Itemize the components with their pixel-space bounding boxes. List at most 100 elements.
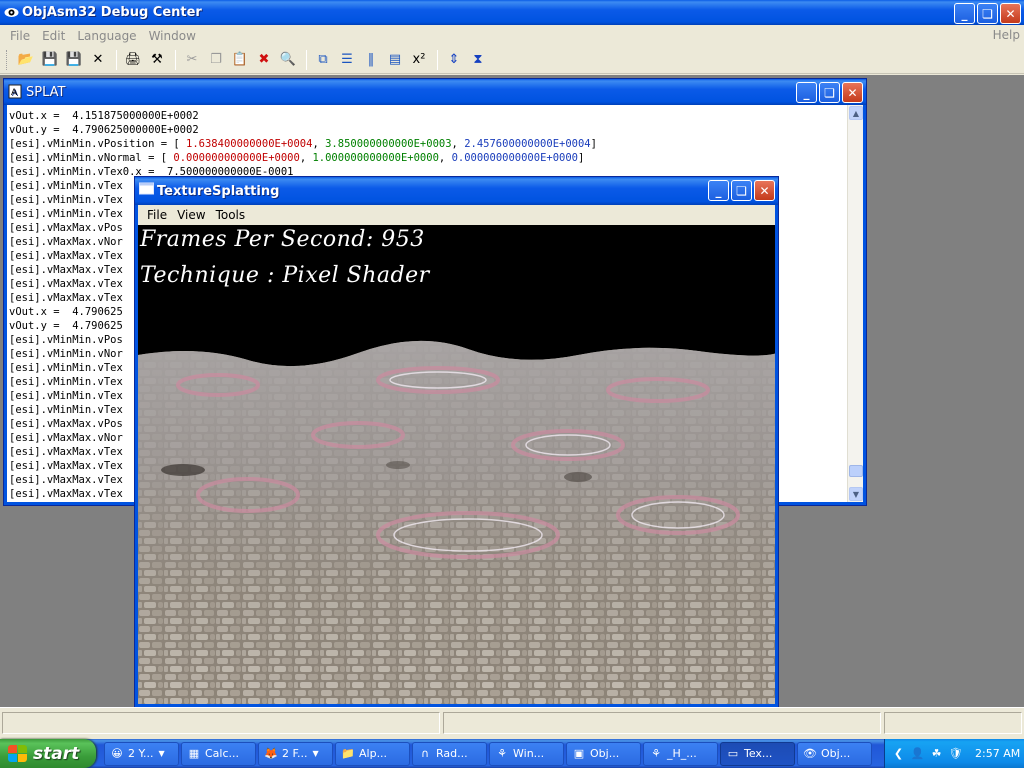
- paste-icon[interactable]: 📋: [229, 49, 251, 71]
- copy-icon[interactable]: ❐: [205, 49, 227, 71]
- task-app-icon: 👁: [803, 747, 817, 760]
- splat-title-bar[interactable]: A SPLAT _ ❏ ✕: [4, 79, 866, 105]
- messenger-icon[interactable]: 👤: [910, 746, 925, 761]
- clock[interactable]: 2:57 AM: [975, 747, 1020, 760]
- task-app-icon: ⚘: [651, 747, 661, 760]
- scroll-thumb[interactable]: [849, 465, 863, 477]
- scroll-up-arrow-icon[interactable]: ▲: [849, 106, 863, 120]
- menu-edit[interactable]: Edit: [36, 29, 71, 43]
- network-icon[interactable]: ☘: [929, 746, 944, 761]
- close-all-icon[interactable]: x²: [408, 49, 430, 71]
- start-label: start: [33, 743, 80, 764]
- start-button[interactable]: start: [0, 739, 96, 768]
- texture-menu-tools[interactable]: Tools: [211, 208, 251, 222]
- cascade-icon[interactable]: ⧉: [312, 49, 334, 71]
- menu-help[interactable]: Help: [993, 28, 1020, 42]
- debug-text: [esi].vMaxMax.vTex: [9, 460, 123, 472]
- task-button[interactable]: ▭ Tex...: [720, 741, 795, 766]
- task-label: Tex...: [744, 747, 773, 760]
- close-x-icon[interactable]: ✕: [87, 49, 109, 71]
- open-icon[interactable]: 📂: [15, 49, 37, 71]
- group-dropdown-icon: ▼: [312, 749, 319, 758]
- debug-text: [esi].vMaxMax.vTex: [9, 488, 123, 500]
- security-shield-icon[interactable]: 🛡: [948, 746, 963, 761]
- fps-readout: Frames Per Second: 953: [140, 227, 425, 252]
- task-button[interactable]: ⚘ _H_...: [643, 741, 718, 766]
- debug-text: [esi].vMaxMax.vTex: [9, 278, 123, 290]
- scroll-down-arrow-icon[interactable]: ▼: [849, 487, 863, 501]
- tray-icons: ❮ 👤 ☘ 🛡: [891, 746, 963, 761]
- task-label: _H_...: [667, 747, 697, 760]
- minimize-button[interactable]: _: [954, 3, 975, 24]
- toolbar-grip[interactable]: [6, 49, 9, 70]
- task-button[interactable]: 📁 Alp...: [335, 741, 410, 766]
- save-icon[interactable]: 💾: [39, 49, 61, 71]
- splat-title-text: SPLAT: [26, 84, 66, 100]
- texture-minimize-button[interactable]: _: [708, 180, 729, 201]
- texture-menu-view[interactable]: View: [172, 208, 210, 222]
- task-button[interactable]: ▣ Obj...: [566, 741, 641, 766]
- debug-line: vOut.y = 4.790625000000E+0002: [9, 123, 597, 137]
- vertical-scrollbar[interactable]: ▲ ▼: [847, 105, 863, 502]
- toolbar-separator: [175, 49, 176, 70]
- arrange-icon[interactable]: ▤: [384, 49, 406, 71]
- task-button[interactable]: 👁 Obj...: [797, 741, 872, 766]
- task-app-icon: ▦: [188, 747, 200, 760]
- delete-icon[interactable]: ✖: [253, 49, 275, 71]
- save-all-icon[interactable]: 💾: [63, 49, 85, 71]
- main-title-bar[interactable]: ObjAsm32 Debug Center _ ❏ ✕: [0, 0, 1024, 25]
- settings-icon[interactable]: ⚒: [146, 49, 168, 71]
- menu-file[interactable]: File: [4, 29, 36, 43]
- task-app-icon: 😀: [111, 747, 123, 760]
- task-button[interactable]: ▦ Calc...: [181, 741, 256, 766]
- debug-text: ,: [438, 152, 452, 164]
- group-dropdown-icon: ▼: [158, 749, 165, 758]
- debug-value: 1.000000000000E+0000: [312, 152, 439, 164]
- debug-value: 0.000000000000E+0000: [451, 152, 578, 164]
- status-bar: [0, 707, 1024, 739]
- texture-close-button[interactable]: ✕: [754, 180, 775, 201]
- splat-minimize-button[interactable]: _: [796, 82, 817, 103]
- task-button[interactable]: ⚘ Win...: [489, 741, 564, 766]
- texture-window-controls: _ ❏ ✕: [708, 180, 775, 201]
- texture-menu-file[interactable]: File: [142, 208, 172, 222]
- status-pane-1: [2, 712, 440, 734]
- task-button[interactable]: 😀 2 Y... ▼: [104, 741, 179, 766]
- find-icon[interactable]: 🔍: [277, 49, 299, 71]
- texture-maximize-button[interactable]: ❏: [731, 180, 752, 201]
- splat-maximize-button[interactable]: ❏: [819, 82, 840, 103]
- close-button[interactable]: ✕: [1000, 3, 1021, 24]
- tile-vertical-icon[interactable]: ‖: [360, 49, 382, 71]
- render-viewport[interactable]: Frames Per Second: 953 Technique : Pixel…: [138, 225, 775, 704]
- tile-horizontal-icon[interactable]: ☰: [336, 49, 358, 71]
- task-label: Obj...: [590, 747, 620, 760]
- mdi-workspace: A SPLAT _ ❏ ✕ vOut.x = 4.151875000000E+0…: [0, 75, 1024, 708]
- status-pane-2: [443, 712, 881, 734]
- texture-title-bar[interactable]: TextureSplatting _ ❏ ✕: [135, 177, 778, 205]
- restore-button[interactable]: ❏: [977, 3, 998, 24]
- debug-text: [esi].vMinMin.vTex: [9, 362, 123, 374]
- debug-text: [esi].vMinMin.vPos: [9, 334, 123, 346]
- debug-value: 3.850000000000E+0003: [325, 138, 452, 150]
- task-label: Obj...: [821, 747, 851, 760]
- scroll-updown-icon[interactable]: ⇕: [443, 49, 465, 71]
- debug-line: vOut.x = 4.151875000000E+0002: [9, 109, 597, 123]
- debug-text: [esi].vMaxMax.vTex: [9, 474, 123, 486]
- task-button[interactable]: 🦊 2 F... ▼: [258, 741, 333, 766]
- toolbar-separator: [116, 49, 117, 70]
- menu-language[interactable]: Language: [71, 29, 142, 43]
- print-icon[interactable]: 🖨: [122, 49, 144, 71]
- goto-end-icon[interactable]: ⧗: [467, 49, 489, 71]
- task-label: Alp...: [359, 747, 388, 760]
- task-button[interactable]: ∩ Rad...: [412, 741, 487, 766]
- task-label: 2 F...: [282, 747, 308, 760]
- debug-text: [esi].vMinMin.vPosition = [: [9, 138, 187, 150]
- menu-window[interactable]: Window: [143, 29, 202, 43]
- task-app-icon: 🦊: [264, 747, 278, 760]
- terrain-render: [138, 340, 775, 704]
- splat-close-button[interactable]: ✕: [842, 82, 863, 103]
- show-hidden-icons-icon[interactable]: ❮: [891, 746, 906, 761]
- debug-text: [esi].vMaxMax.vTex: [9, 446, 123, 458]
- cut-icon[interactable]: ✂: [181, 49, 203, 71]
- task-label: Calc...: [205, 747, 240, 760]
